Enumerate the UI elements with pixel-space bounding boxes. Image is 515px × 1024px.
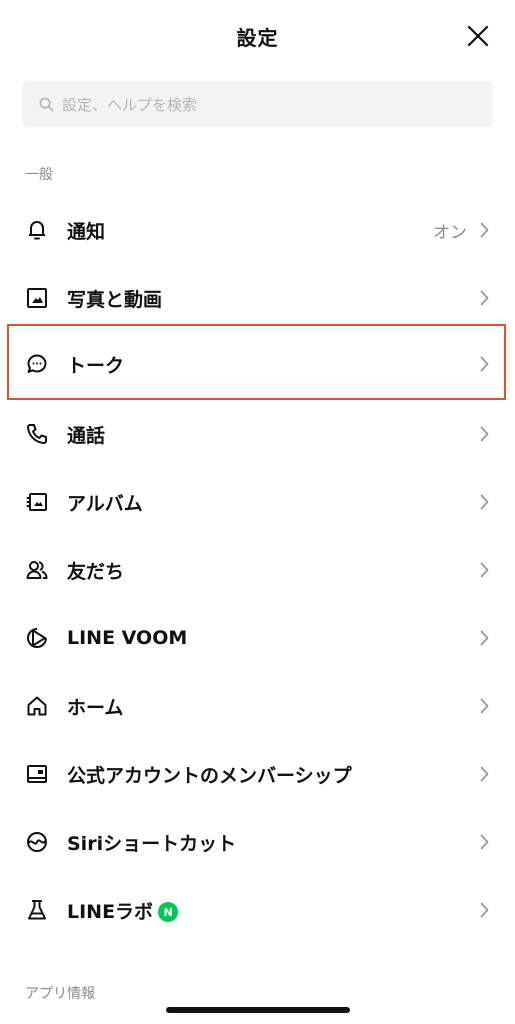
settings-item-home[interactable]: ホーム: [0, 672, 515, 740]
chevron-right-icon: [478, 696, 490, 716]
settings-item-notifications[interactable]: 通知 オン: [0, 196, 515, 264]
settings-item-label: アルバム: [67, 492, 143, 515]
chevron-right-icon: [478, 220, 490, 240]
settings-item-label: 通知: [67, 220, 106, 243]
search-icon: [38, 96, 54, 112]
close-button[interactable]: [462, 20, 494, 52]
settings-item-album[interactable]: アルバム: [0, 468, 515, 536]
page-title: 設定: [236, 26, 279, 50]
siri-icon: [24, 829, 50, 855]
chevron-right-icon: [478, 492, 490, 512]
bell-icon: [24, 217, 50, 243]
new-badge: N: [158, 902, 179, 922]
search-input[interactable]: 設定、ヘルプを検索: [22, 81, 493, 127]
phone-icon: [24, 421, 50, 447]
settings-item-calls[interactable]: 通話: [0, 400, 515, 468]
settings-screen: 設定 設定、ヘルプを検索 一般 通知 オン 写真と動画 トーク 通話 アルバム …: [0, 0, 515, 1024]
settings-item-label: Siriショートカット: [67, 832, 237, 855]
settings-item-friends[interactable]: 友だち: [0, 536, 515, 604]
notifications-status: オン: [433, 222, 467, 243]
search-placeholder: 設定、ヘルプを検索: [62, 95, 198, 114]
chevron-right-icon: [478, 424, 490, 444]
settings-item-siri-shortcuts[interactable]: Siriショートカット: [0, 808, 515, 876]
settings-item-label: LINE VOOM: [67, 627, 188, 649]
settings-item-photos-videos[interactable]: 写真と動画: [0, 264, 515, 332]
home-icon: [24, 693, 50, 719]
line-labs-label: LINEラボ: [67, 900, 154, 923]
chevron-right-icon: [478, 288, 490, 308]
photo-icon: [24, 285, 50, 311]
chat-bubble-icon: [24, 351, 50, 377]
header: 設定: [0, 0, 515, 70]
settings-item-official-membership[interactable]: 公式アカウントのメンバーシップ: [0, 740, 515, 808]
chevron-right-icon: [478, 354, 490, 374]
chevron-right-icon: [478, 560, 490, 580]
chevron-right-icon: [478, 832, 490, 852]
settings-item-label: ホーム: [67, 696, 124, 719]
settings-item-label: 写真と動画: [67, 288, 163, 311]
section-header-general: 一般: [25, 167, 53, 183]
settings-item-label: トーク: [67, 354, 125, 377]
settings-item-line-voom[interactable]: LINE VOOM: [0, 604, 515, 672]
close-icon: [467, 25, 489, 47]
chevron-right-icon: [478, 764, 490, 784]
flask-icon: [24, 897, 50, 923]
chevron-right-icon: [478, 900, 490, 920]
membership-card-icon: [24, 761, 50, 787]
settings-item-chats[interactable]: トーク: [0, 330, 515, 398]
section-header-app-info: アプリ情報: [25, 986, 95, 1002]
settings-item-line-labs[interactable]: LINEラボ N: [0, 876, 515, 944]
settings-item-label: 通話: [67, 424, 106, 447]
settings-item-label: 友だち: [67, 560, 125, 583]
voom-play-icon: [24, 625, 50, 651]
settings-item-label: LINEラボ N: [67, 897, 179, 924]
chevron-right-icon: [478, 628, 490, 648]
home-indicator[interactable]: [166, 1007, 350, 1013]
album-icon: [24, 489, 50, 515]
friends-icon: [24, 557, 50, 583]
settings-item-label: 公式アカウントのメンバーシップ: [67, 764, 352, 787]
